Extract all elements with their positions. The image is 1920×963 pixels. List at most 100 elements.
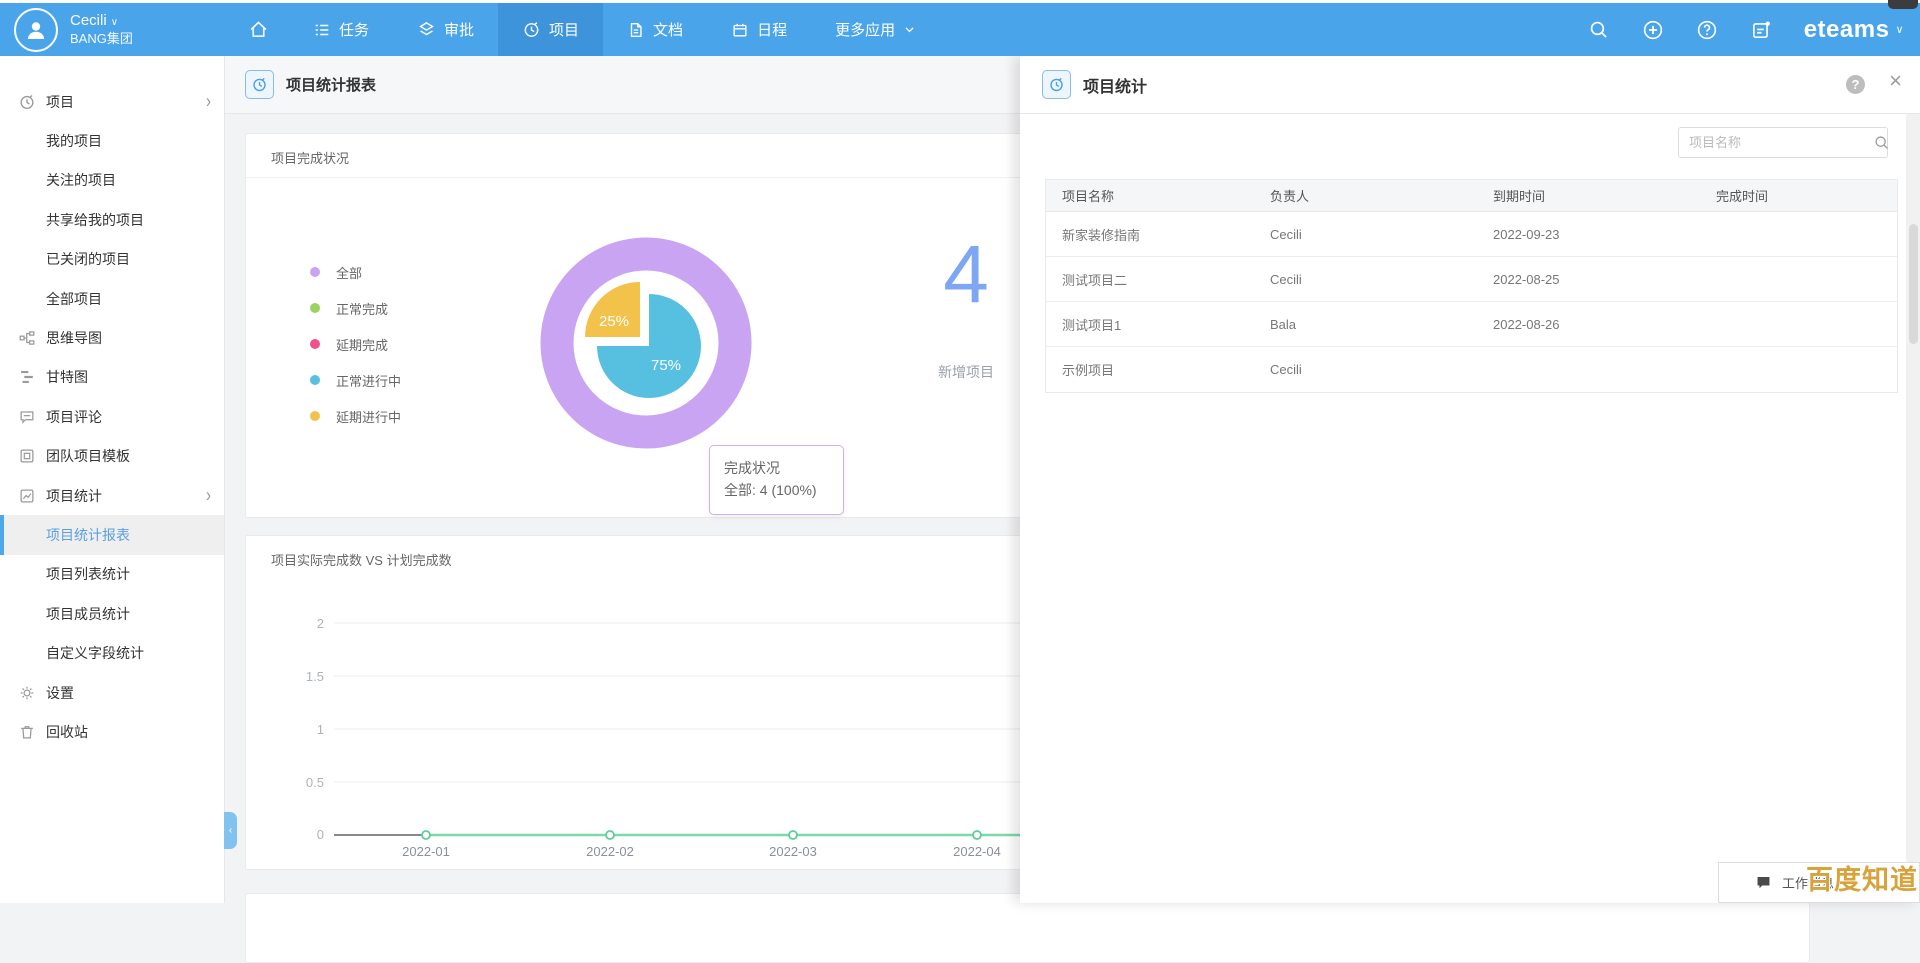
table-row[interactable]: 测试项目1 Bala 2022-08-26	[1046, 302, 1897, 347]
gear-icon	[18, 684, 36, 702]
question-circle-icon	[1696, 19, 1718, 41]
approval-layers-icon	[417, 20, 436, 39]
activity-feed-button[interactable]	[1750, 19, 1772, 41]
document-icon	[627, 21, 645, 39]
nav-label: 文档	[653, 19, 683, 40]
primary-nav: 任务 审批 项目 文档 日程 更多应用	[228, 3, 940, 56]
nav-label: 审批	[444, 19, 474, 40]
y-tick: 2	[317, 616, 324, 631]
scrollbar-thumb[interactable]	[1909, 224, 1918, 344]
table-row[interactable]: 测试项目二 Cecili 2022-08-25	[1046, 257, 1897, 302]
sidebar-item-team-templates[interactable]: 团队项目模板	[0, 437, 224, 476]
mindmap-icon	[18, 329, 36, 347]
sidebar-item-custom-field-stats[interactable]: 自定义字段统计	[0, 633, 224, 672]
nav-home[interactable]	[228, 3, 289, 56]
line-chart: 2 1.5 1 0.5 0 2022-01 2022-02 2022-03 20…	[246, 536, 1036, 871]
sidebar-item-project-list-stats[interactable]: 项目列表统计	[0, 555, 224, 594]
sidebar-item-settings[interactable]: 设置	[0, 673, 224, 712]
task-list-icon	[313, 21, 331, 39]
sidebar-item-shared-projects[interactable]: 共享给我的项目	[0, 200, 224, 239]
sidebar-item-followed-projects[interactable]: 关注的项目	[0, 161, 224, 200]
sidebar-item-project-member-stats[interactable]: 项目成员统计	[0, 594, 224, 633]
nav-calendar[interactable]: 日程	[707, 3, 811, 56]
sidebar-item-project[interactable]: 项目 ›	[0, 82, 224, 121]
completion-donut-chart[interactable]: 25% 75%	[526, 223, 766, 463]
search-icon[interactable]	[1873, 134, 1890, 151]
sidebar-item-all-projects[interactable]: 全部项目	[0, 279, 224, 318]
legend-item-completed-late[interactable]: 延期完成	[310, 326, 401, 362]
column-header: 到期时间	[1477, 186, 1700, 205]
nav-more-apps[interactable]: 更多应用	[811, 3, 940, 56]
sidebar-item-project-stat-report[interactable]: 项目统计报表	[0, 515, 224, 554]
project-app-icon	[1042, 70, 1071, 99]
y-tick: 0	[317, 827, 324, 842]
search-input[interactable]	[1679, 135, 1873, 150]
project-name-search	[1678, 127, 1888, 158]
next-card-partial	[245, 893, 1810, 963]
legend-item-completed-on-time[interactable]: 正常完成	[310, 290, 401, 326]
user-name: Cecili∨	[70, 12, 133, 31]
x-tick: 2022-03	[769, 844, 817, 859]
data-point	[789, 831, 797, 839]
eteams-logo[interactable]: eteams ∨	[1804, 16, 1904, 44]
table-row[interactable]: 示例项目 Cecili	[1046, 347, 1897, 392]
y-tick: 1	[317, 722, 324, 737]
legend-dot	[310, 267, 320, 277]
y-tick: 0.5	[306, 775, 324, 790]
sidebar-item-my-projects[interactable]: 我的项目	[0, 121, 224, 160]
panel-help-button[interactable]: ?	[1846, 75, 1865, 94]
legend-dot	[310, 303, 320, 313]
comment-icon	[18, 408, 36, 426]
feed-icon	[1750, 19, 1772, 41]
user-avatar[interactable]	[14, 8, 58, 52]
top-right-dark-tab	[1888, 0, 1918, 9]
sidebar-item-closed-projects[interactable]: 已关闭的项目	[0, 240, 224, 279]
gantt-chart-icon	[18, 368, 36, 386]
legend-item-overdue-in-progress[interactable]: 延期进行中	[310, 398, 401, 434]
panel-close-button[interactable]: ×	[1889, 70, 1902, 92]
nav-label: 更多应用	[835, 19, 895, 40]
chevron-down-icon: ∨	[1895, 23, 1904, 36]
top-navigation-bar: Cecili∨ BANG集团 任务 审批 项目	[0, 0, 1920, 56]
nav-documents[interactable]: 文档	[603, 3, 707, 56]
topbar-actions: eteams ∨	[1588, 3, 1920, 56]
project-statistics-panel: 项目统计 ? × 项目名称 负责人 到期时间 完成时间 新家装修指南 Cecil…	[1020, 56, 1920, 903]
legend-item-in-progress[interactable]: 正常进行中	[310, 362, 401, 398]
table-row[interactable]: 新家装修指南 Cecili 2022-09-23	[1046, 212, 1897, 257]
donut-outer-ring	[557, 254, 735, 432]
panel-header: 项目统计	[1020, 56, 1920, 114]
help-button[interactable]	[1696, 19, 1718, 41]
sidebar-item-recycle-bin[interactable]: 回收站	[0, 712, 224, 751]
legend-item-all[interactable]: 全部	[310, 254, 401, 290]
pie-legend: 全部 正常完成 延期完成 正常进行中 延期进行中	[310, 254, 401, 434]
work-messages-bar[interactable]: 工作消息	[1718, 862, 1920, 903]
create-new-button[interactable]	[1642, 19, 1664, 41]
data-point	[422, 831, 430, 839]
legend-dot	[310, 375, 320, 385]
nav-tasks[interactable]: 任务	[289, 3, 393, 56]
nav-project[interactable]: 项目	[498, 3, 603, 56]
chevron-right-icon: ›	[206, 91, 211, 113]
trash-icon	[18, 723, 36, 741]
y-tick: 1.5	[306, 669, 324, 684]
chevron-right-icon: ›	[206, 485, 211, 507]
project-clock-icon	[18, 93, 36, 111]
sidebar-item-project-statistics[interactable]: 项目统计 ›	[0, 476, 224, 515]
card-title: 项目完成状况	[271, 148, 349, 167]
panel-scrollbar[interactable]	[1906, 114, 1920, 903]
table-header-row: 项目名称 负责人 到期时间 完成时间	[1046, 180, 1897, 212]
sidebar-item-mindmap[interactable]: 思维导图	[0, 318, 224, 357]
x-tick: 2022-01	[402, 844, 450, 859]
nav-label: 任务	[339, 19, 369, 40]
nav-approval[interactable]: 审批	[393, 3, 498, 56]
legend-dot	[310, 411, 320, 421]
search-button[interactable]	[1588, 19, 1610, 41]
sidebar-collapse-handle[interactable]: ‹	[224, 812, 237, 849]
user-account-block[interactable]: Cecili∨ BANG集团	[0, 3, 228, 56]
nav-label: 日程	[757, 19, 787, 40]
sidebar-item-project-comments[interactable]: 项目评论	[0, 397, 224, 436]
left-sidebar: 项目 › 我的项目 关注的项目 共享给我的项目 已关闭的项目 全部项目 思维导图…	[0, 56, 225, 903]
home-icon	[248, 19, 269, 40]
column-header: 完成时间	[1700, 186, 1897, 205]
sidebar-item-gantt[interactable]: 甘特图	[0, 358, 224, 397]
